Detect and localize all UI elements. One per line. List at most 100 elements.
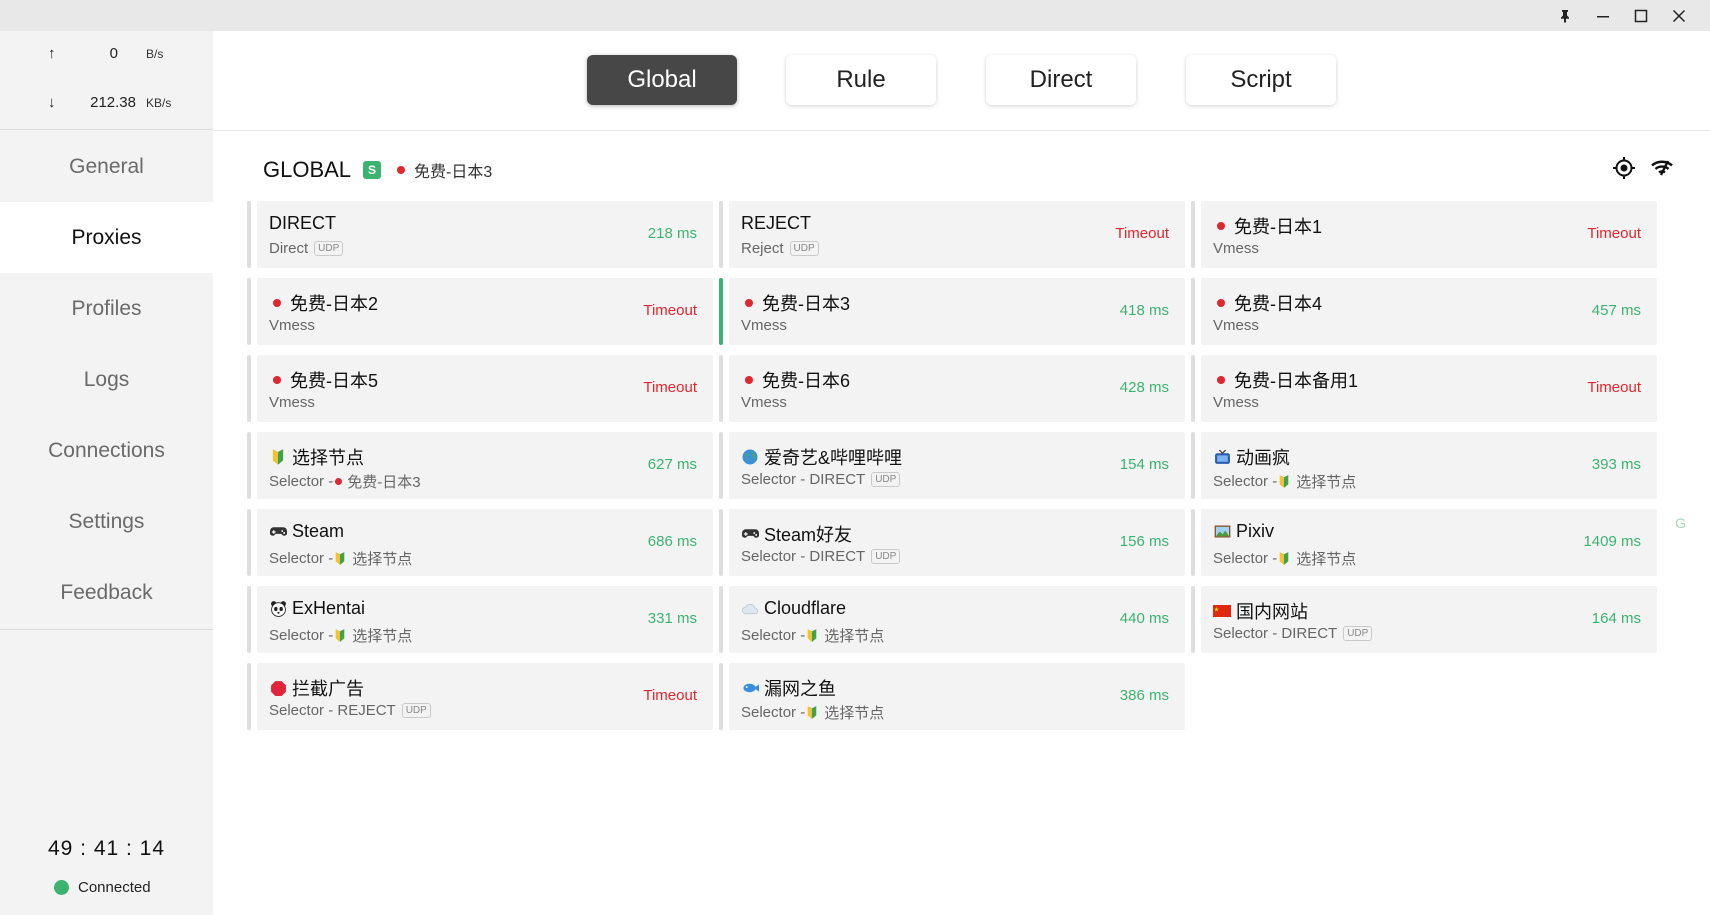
proxy-card-indicator: [247, 432, 251, 499]
proxy-delay[interactable]: 331 ms: [648, 610, 697, 627]
proxy-name-text: 免费-日本2: [290, 294, 379, 314]
proxy-type-text: Vmess: [741, 317, 787, 334]
pin-button[interactable]: [1546, 0, 1584, 31]
proxy-card[interactable]: 免费-日本6 Vmess 428 ms: [719, 355, 1185, 422]
proxy-card[interactable]: DIRECT Direct UDP 218 ms: [247, 201, 713, 268]
proxy-delay[interactable]: 627 ms: [648, 456, 697, 473]
proxy-delay[interactable]: 457 ms: [1592, 302, 1641, 319]
proxy-type-text: Selector -: [269, 627, 334, 644]
sidebar-item-profiles[interactable]: Profiles: [0, 273, 213, 344]
proxy-card[interactable]: 免费-日本备用1 Vmess Timeout: [1191, 355, 1657, 422]
proxy-delay[interactable]: Timeout: [643, 379, 697, 396]
proxy-card[interactable]: 动画疯 Selector - 选择节点 393 ms: [1191, 432, 1657, 499]
proxy-card-indicator: [247, 586, 251, 653]
sidebar-item-general[interactable]: General: [0, 131, 213, 202]
proxy-delay[interactable]: 218 ms: [648, 225, 697, 242]
sidebar: ↑ 0 B/s ↓ 212.38 KB/s General Proxies Pr…: [0, 31, 213, 915]
proxy-delay[interactable]: 428 ms: [1120, 379, 1169, 396]
proxy-type: Selector - 选择节点: [1213, 548, 1356, 569]
proxy-name: ExHentai: [269, 598, 365, 619]
sidebar-item-settings[interactable]: Settings: [0, 486, 213, 557]
speed-test-icon[interactable]: [1650, 156, 1674, 180]
proxy-delay[interactable]: 386 ms: [1120, 687, 1169, 704]
proxy-card[interactable]: ExHentai Selector - 选择节点 331 ms: [247, 586, 713, 653]
proxy-name-text: Pixiv: [1236, 521, 1275, 541]
locate-icon[interactable]: [1612, 156, 1636, 180]
proxy-delay[interactable]: Timeout: [1587, 379, 1641, 396]
japan-flag-icon: [745, 376, 753, 384]
japan-flag-icon: [1217, 222, 1225, 230]
japan-flag-icon: [273, 299, 281, 307]
proxy-card[interactable]: REJECT Reject UDP Timeout: [719, 201, 1185, 268]
proxy-delay[interactable]: 686 ms: [648, 533, 697, 550]
proxy-delay[interactable]: 1409 ms: [1583, 533, 1641, 550]
proxy-card[interactable]: 爱奇艺&哔哩哔哩 Selector - DIRECT UDP 154 ms: [719, 432, 1185, 499]
proxy-card[interactable]: 免费-日本4 Vmess 457 ms: [1191, 278, 1657, 345]
proxy-card[interactable]: 国内网站 Selector - DIRECT UDP 164 ms: [1191, 586, 1657, 653]
proxy-target-text: 选择节点: [824, 705, 885, 722]
proxy-card-indicator: [719, 201, 723, 268]
proxy-name-text: ExHentai: [292, 598, 366, 618]
sidebar-item-feedback[interactable]: Feedback: [0, 557, 213, 628]
proxy-name-text: 免费-日本备用1: [1234, 371, 1359, 391]
pin-icon: [1561, 9, 1569, 23]
proxy-card[interactable]: 选择节点 Selector - 免费-日本3 627 ms: [247, 432, 713, 499]
sidebar-item-logs[interactable]: Logs: [0, 344, 213, 415]
proxy-delay[interactable]: Timeout: [643, 687, 697, 704]
proxy-card[interactable]: 漏网之鱼 Selector - 选择节点 386 ms: [719, 663, 1185, 730]
japan-flag-icon: [745, 299, 753, 307]
proxy-delay[interactable]: 418 ms: [1120, 302, 1169, 319]
proxy-card[interactable]: 拦截广告 Selector - REJECT UDP Timeout: [247, 663, 713, 730]
connection-status[interactable]: Connected: [54, 879, 151, 896]
proxy-type: Selector - 免费-日本3: [269, 471, 421, 492]
proxy-delay[interactable]: Timeout: [1115, 225, 1169, 242]
proxy-card-indicator: [1191, 509, 1195, 576]
proxy-card[interactable]: Cloudflare Selector - 选择节点 440 ms: [719, 586, 1185, 653]
proxy-card[interactable]: Steam Selector - 选择节点 686 ms: [247, 509, 713, 576]
proxy-card[interactable]: Pixiv Selector - 选择节点 1409 ms: [1191, 509, 1657, 576]
mode-script-button[interactable]: Script: [1186, 55, 1336, 105]
upload-value: 0: [109, 45, 118, 62]
proxy-delay[interactable]: 440 ms: [1120, 610, 1169, 627]
proxy-type: Selector - 选择节点: [741, 702, 884, 723]
mode-global-button[interactable]: Global: [587, 55, 737, 105]
proxy-card-indicator: [1191, 586, 1195, 653]
proxy-delay[interactable]: Timeout: [1587, 225, 1641, 242]
mode-direct-button[interactable]: Direct: [986, 55, 1136, 105]
download-arrow-icon: ↓: [48, 94, 56, 111]
proxy-target-text: 免费-日本3: [347, 474, 421, 491]
sidebar-item-connections[interactable]: Connections: [0, 415, 213, 486]
proxy-card-indicator: [247, 278, 251, 345]
proxy-card-selected[interactable]: 免费-日本3 Vmess 418 ms: [719, 278, 1185, 345]
proxy-delay[interactable]: 156 ms: [1120, 533, 1169, 550]
mode-rule-button[interactable]: Rule: [786, 55, 936, 105]
beginner-badge-icon: [1277, 552, 1291, 566]
proxy-delay[interactable]: Timeout: [643, 302, 697, 319]
beginner-badge-icon: [1277, 475, 1291, 489]
beginner-badge-icon: [805, 629, 819, 643]
proxy-card[interactable]: Steam好友 Selector - DIRECT UDP 156 ms: [719, 509, 1185, 576]
proxy-card[interactable]: 免费-日本2 Vmess Timeout: [247, 278, 713, 345]
maximize-button[interactable]: [1622, 0, 1660, 31]
proxy-card[interactable]: 免费-日本5 Vmess Timeout: [247, 355, 713, 422]
proxy-delay[interactable]: 164 ms: [1592, 610, 1641, 627]
close-button[interactable]: [1660, 0, 1698, 31]
udp-badge: UDP: [1343, 626, 1373, 641]
proxy-type-text: Selector -: [741, 704, 806, 721]
proxy-name-text: 拦截广告: [292, 679, 364, 699]
sidebar-item-proxies[interactable]: Proxies: [0, 202, 213, 273]
proxy-name: Steam: [269, 521, 344, 542]
upload-speed: ↑ 0 B/s: [48, 45, 163, 62]
proxy-name-text: Cloudflare: [764, 598, 847, 618]
proxy-name-text: DIRECT: [269, 213, 336, 233]
minimize-button[interactable]: [1584, 0, 1622, 31]
proxy-type-text: Vmess: [741, 394, 787, 411]
proxy-type: Vmess: [741, 317, 787, 334]
proxy-type: Reject UDP: [741, 240, 819, 257]
china-flag-icon: [1213, 602, 1231, 620]
proxy-target-text: 选择节点: [352, 628, 413, 645]
proxy-card[interactable]: 免费-日本1 Vmess Timeout: [1191, 201, 1657, 268]
udp-badge: UDP: [401, 703, 431, 718]
proxy-delay[interactable]: 393 ms: [1592, 456, 1641, 473]
proxy-delay[interactable]: 154 ms: [1120, 456, 1169, 473]
